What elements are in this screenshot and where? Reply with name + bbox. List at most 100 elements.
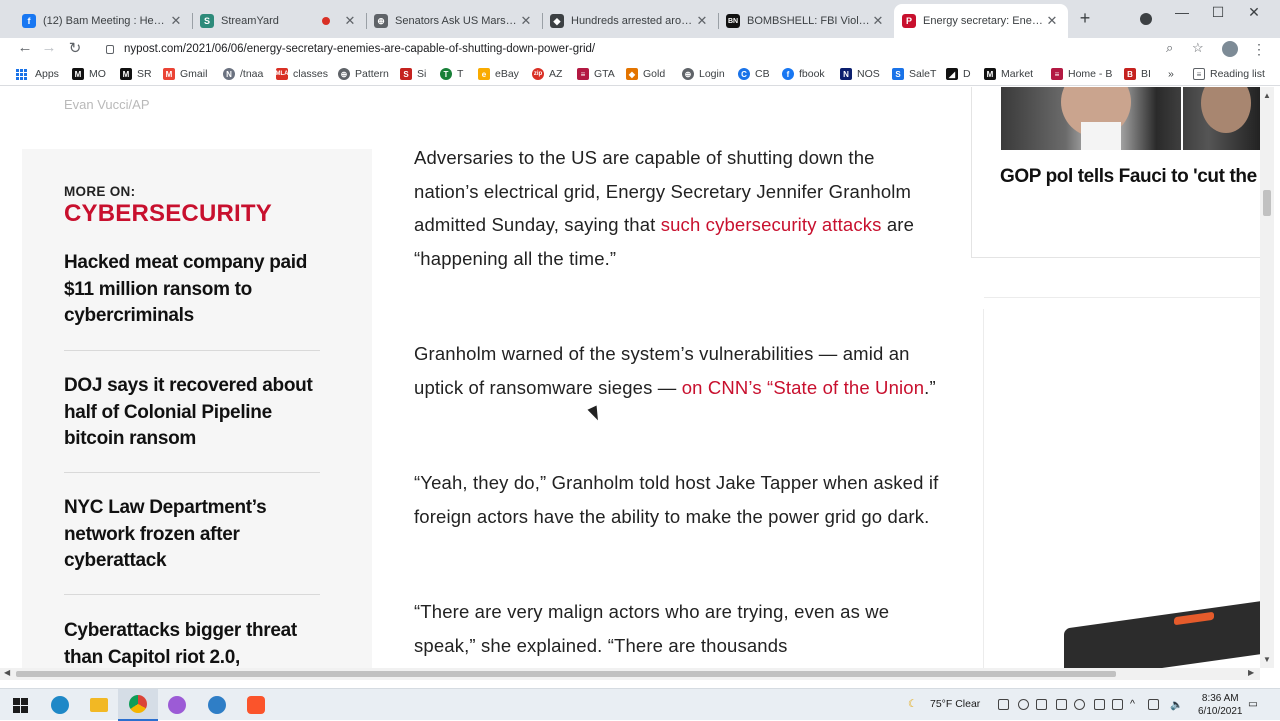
network-icon[interactable] (1148, 699, 1159, 710)
bookmark-bi[interactable]: B BI (1124, 67, 1151, 81)
related-story-link[interactable]: Cyberattacks bigger threat than Capitol … (64, 618, 326, 668)
related-story-link[interactable]: Hacked meat company paid $11 million ran… (64, 250, 326, 330)
folder-icon (90, 698, 108, 712)
vertical-scrollbar[interactable]: ▲ ▼ (1260, 87, 1274, 668)
bookmark-cb[interactable]: C CB (738, 67, 770, 81)
scrollbar-thumb[interactable] (1263, 190, 1271, 216)
tray-app-icon[interactable] (1056, 699, 1067, 710)
tray-app-icon[interactable] (1094, 699, 1105, 710)
chevron-up-icon[interactable]: ^ (1130, 698, 1135, 710)
bookmark-sr[interactable]: M SR (120, 67, 152, 81)
taskbar-edge[interactable] (40, 689, 80, 721)
taskbar-clock[interactable]: 8:36 AM 6/10/2021 (1198, 692, 1243, 718)
bookmark-tnaa[interactable]: N/tnaa (223, 67, 263, 81)
weather-text[interactable]: 75°F Clear (930, 698, 980, 710)
minimize-icon[interactable]: — (1168, 4, 1196, 20)
bookmark-gmail[interactable]: M Gmail (163, 67, 207, 81)
bookmark-label: D (963, 68, 971, 80)
tab-energy-secretary[interactable]: P Energy secretary: Enemies ar ✕ (894, 4, 1068, 38)
bookmark-mo[interactable]: M MO (72, 67, 106, 81)
notifications-icon[interactable]: ▭ (1248, 698, 1258, 710)
bookmark-d[interactable]: ◢ D (946, 67, 971, 81)
scroll-right-icon[interactable]: ▶ (1248, 668, 1254, 677)
scroll-up-icon[interactable]: ▲ (1263, 91, 1271, 100)
cnn-state-of-the-union-link[interactable]: on CNN’s “State of the Union (682, 377, 924, 398)
start-button[interactable] (0, 689, 40, 721)
tray-app-icon[interactable] (1112, 699, 1123, 710)
tray-app-icon[interactable] (1018, 699, 1029, 710)
bookmark-nos[interactable]: N NOS (840, 67, 880, 81)
globe-icon: ⊕ (374, 14, 388, 28)
related-story-link[interactable]: DOJ says it recovered about half of Colo… (64, 373, 326, 453)
reading-list[interactable]: ≡ Reading list (1193, 67, 1265, 81)
more-bookmarks-icon[interactable]: » (1168, 67, 1174, 81)
tab-bam-meeting[interactable]: f (12) Bam Meeting : Hey every ✕ (14, 6, 192, 36)
maximize-icon[interactable]: ☐ (1204, 4, 1232, 21)
scrollbar-thumb[interactable] (16, 671, 1116, 677)
bookmark-label: Home - B (1068, 68, 1113, 80)
tray-app-icon[interactable] (1074, 699, 1085, 710)
divider (971, 87, 972, 258)
bookmark-salet[interactable]: S SaleT (892, 67, 936, 81)
taskbar-brave[interactable] (236, 689, 276, 721)
bookmark-gta[interactable]: ≡ GTA (577, 67, 615, 81)
plus-icon[interactable]: + (1076, 8, 1094, 29)
bookmark-fbook[interactable]: f fbook (782, 67, 825, 81)
bookmark-pattern[interactable]: ⊕ Pattern (338, 67, 389, 81)
bookmark-az[interactable]: zip AZ (532, 67, 562, 81)
t-icon: T (440, 68, 452, 80)
tab-search-icon[interactable] (1140, 13, 1152, 25)
close-icon[interactable]: ✕ (694, 13, 710, 29)
taskbar-app-drop[interactable] (157, 689, 197, 721)
tab-senators[interactable]: ⊕ Senators Ask US Marshals fo ✕ (366, 6, 542, 36)
taskbar-chrome[interactable] (118, 689, 158, 721)
address-bar[interactable]: nypost.com/2021/06/06/energy-secretary-e… (96, 38, 1256, 60)
scroll-down-icon[interactable]: ▼ (1263, 655, 1271, 664)
zoom-icon[interactable]: ⌕ (1166, 40, 1173, 56)
profile-avatar[interactable] (1222, 41, 1238, 57)
bookmark-gold[interactable]: ◆ Gold (626, 67, 665, 81)
bookmark-login[interactable]: ⊕ Login (682, 67, 725, 81)
close-icon[interactable]: ✕ (518, 13, 534, 29)
sidebar-story-headline[interactable]: GOP pol tells Fauci to 'cut the after do… (1000, 163, 1262, 190)
bookmark-si[interactable]: S Si (400, 67, 426, 81)
star-icon[interactable]: ☆ (1192, 40, 1204, 56)
divider (64, 594, 320, 595)
bookmark-home-b[interactable]: ≡ Home - B (1051, 67, 1112, 81)
bookmark-ebay[interactable]: e eBay (478, 67, 519, 81)
bookmark-market[interactable]: M Market (984, 67, 1033, 81)
floating-video-thumbnail[interactable] (1064, 601, 1260, 668)
volume-icon[interactable]: 🔈 (1170, 698, 1183, 711)
reload-icon[interactable]: ↻ (66, 39, 84, 57)
tab-hundreds-arrested[interactable]: ◆ Hundreds arrested around th ✕ (542, 6, 718, 36)
tab-bombshell[interactable]: BN BOMBSHELL: FBI Violated Co ✕ (718, 6, 894, 36)
tray-app-icon[interactable] (1036, 699, 1047, 710)
taskbar-file-explorer[interactable] (79, 689, 119, 721)
more-on-topic[interactable]: CYBERSECURITY (64, 200, 272, 228)
bookmark-apps[interactable]: Apps (16, 67, 59, 81)
menu-dots-icon[interactable]: ⋮ (1252, 41, 1266, 58)
forward-arrow-icon[interactable]: → (40, 39, 58, 56)
bookmark-classes[interactable]: MLA classes (276, 67, 328, 81)
close-icon[interactable]: ✕ (168, 13, 184, 29)
reading-list-icon: ≡ (1193, 68, 1205, 80)
tab-streamyard[interactable]: S StreamYard ✕ (192, 6, 366, 36)
lock-icon (106, 44, 114, 54)
back-arrow-icon[interactable]: ← (16, 39, 34, 56)
window-close-icon[interactable]: ✕ (1240, 4, 1268, 21)
sidebar-story-image[interactable] (1001, 87, 1260, 150)
bag-icon: e (478, 68, 490, 80)
bookmark-label: /tnaa (240, 68, 264, 80)
close-icon[interactable]: ✕ (342, 13, 358, 29)
scroll-left-icon[interactable]: ◀ (4, 668, 10, 677)
cybersecurity-attacks-link[interactable]: such cybersecurity attacks (661, 214, 882, 235)
bookmark-t[interactable]: TT (440, 67, 463, 81)
horizontal-scrollbar[interactable]: ◀ ▶ (0, 668, 1260, 680)
tray-app-icon[interactable] (998, 699, 1009, 710)
person-image (1201, 87, 1251, 133)
close-icon[interactable]: ✕ (870, 13, 886, 29)
taskbar-app-globe[interactable] (197, 689, 237, 721)
video-stripe (1174, 611, 1214, 626)
close-icon[interactable]: ✕ (1044, 13, 1060, 29)
related-story-link[interactable]: NYC Law Department’s network frozen afte… (64, 495, 326, 575)
